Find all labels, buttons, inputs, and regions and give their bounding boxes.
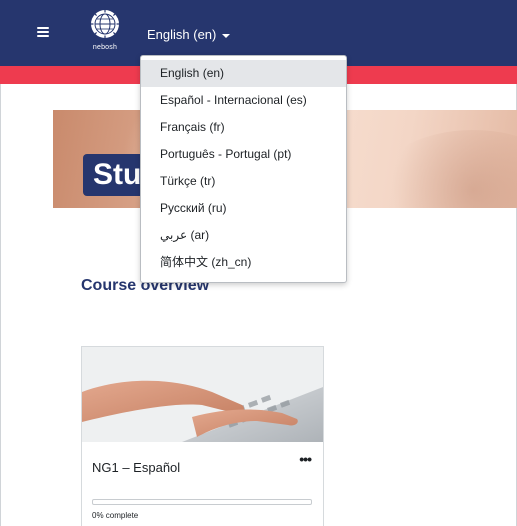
nebosh-logo[interactable]: nebosh bbox=[84, 9, 126, 61]
hamburger-icon[interactable] bbox=[37, 27, 49, 37]
language-toggle-label: English (en) bbox=[147, 27, 217, 42]
logo-text: nebosh bbox=[92, 44, 118, 51]
language-option-fr[interactable]: Français (fr) bbox=[141, 114, 346, 141]
language-option-zh-cn[interactable]: 简体中文 (zh_cn) bbox=[141, 249, 346, 276]
language-option-tr[interactable]: Türkçe (tr) bbox=[141, 168, 346, 195]
more-options-icon[interactable]: ••• bbox=[299, 451, 312, 467]
language-menu-toggle[interactable]: English (en) bbox=[147, 27, 231, 42]
language-option-ar[interactable]: عربي (ar) bbox=[141, 222, 346, 249]
laptop-typing-illustration bbox=[82, 347, 323, 442]
nebosh-logo-icon bbox=[90, 9, 120, 39]
caret-down-icon bbox=[222, 33, 231, 38]
course-progress-bar bbox=[92, 499, 312, 505]
banner-shadow bbox=[373, 130, 517, 208]
language-dropdown-menu: English (en) Español - Internacional (es… bbox=[140, 55, 347, 283]
language-option-es[interactable]: Español - Internacional (es) bbox=[141, 87, 346, 114]
course-card[interactable]: NG1 – Español ••• 0% complete bbox=[81, 346, 324, 526]
course-card-image[interactable] bbox=[82, 347, 323, 442]
language-option-ru[interactable]: Русский (ru) bbox=[141, 195, 346, 222]
language-option-pt[interactable]: Português - Portugal (pt) bbox=[141, 141, 346, 168]
course-name[interactable]: NG1 – Español bbox=[92, 460, 180, 475]
course-progress-text: 0% complete bbox=[92, 511, 139, 520]
language-option-en[interactable]: English (en) bbox=[141, 60, 346, 87]
